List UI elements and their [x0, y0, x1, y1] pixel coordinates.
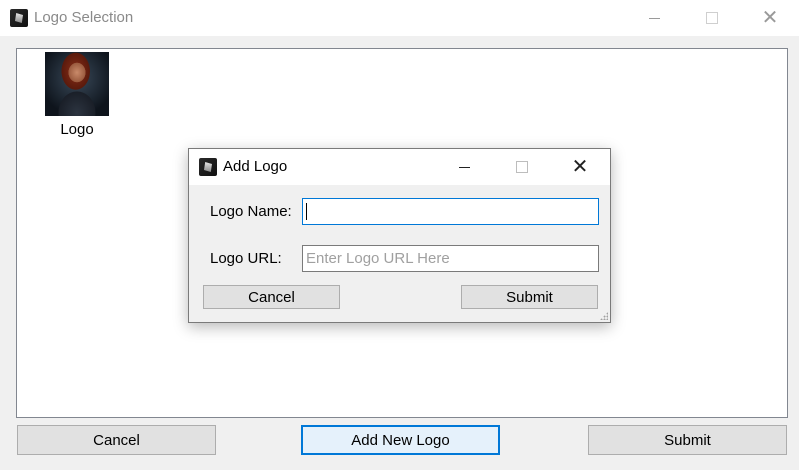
dialog-maximize-button[interactable] — [493, 149, 551, 185]
text-caret — [306, 203, 307, 220]
logo-name-label: Logo Name: — [210, 203, 292, 220]
dialog-app-icon — [199, 158, 217, 176]
dialog-title-bar: Add Logo ✕ — [189, 149, 610, 185]
dialog-minimize-button[interactable] — [435, 149, 493, 185]
logo-list-item[interactable]: Logo — [43, 52, 111, 138]
logo-thumbnail — [45, 52, 109, 116]
close-icon: ✕ — [761, 7, 779, 29]
dialog-close-button[interactable]: ✕ — [551, 149, 609, 185]
main-title-bar: Logo Selection ✕ — [0, 0, 799, 36]
dialog-cancel-button[interactable]: Cancel — [203, 285, 340, 309]
maximize-button[interactable] — [683, 0, 741, 36]
resize-grip-icon[interactable] — [600, 312, 608, 320]
dialog-title: Add Logo — [223, 158, 288, 175]
cancel-button[interactable]: Cancel — [17, 425, 216, 455]
dialog-submit-button[interactable]: Submit — [461, 285, 598, 309]
minimize-icon — [458, 166, 470, 168]
submit-button[interactable]: Submit — [588, 425, 787, 455]
minimize-button[interactable] — [625, 0, 683, 36]
maximize-icon — [516, 161, 528, 173]
logo-url-input[interactable] — [302, 245, 599, 272]
maximize-icon — [706, 12, 718, 24]
app-logo-icon — [10, 9, 28, 27]
window-title: Logo Selection — [34, 9, 134, 26]
close-icon: ✕ — [571, 156, 589, 178]
logo-item-label: Logo — [60, 121, 94, 138]
logo-url-label: Logo URL: — [210, 250, 282, 267]
add-new-logo-button[interactable]: Add New Logo — [301, 425, 500, 455]
logo-name-input[interactable] — [302, 198, 599, 225]
minimize-icon — [648, 17, 660, 19]
close-button[interactable]: ✕ — [741, 0, 799, 36]
